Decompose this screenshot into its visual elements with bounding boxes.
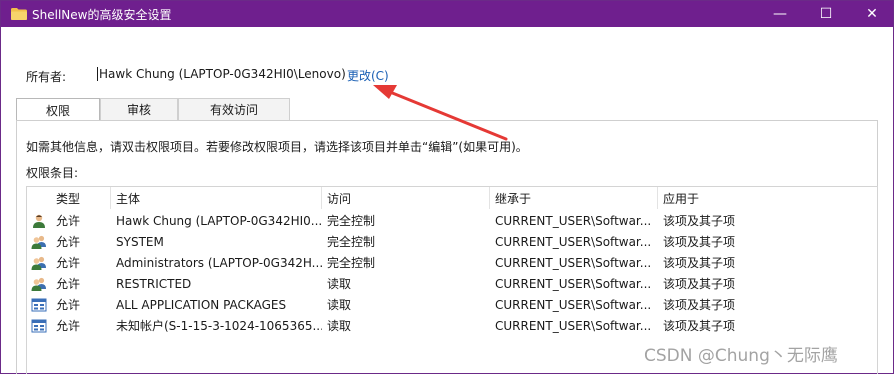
- group-icon: [29, 231, 49, 252]
- owner-value[interactable]: Hawk Chung (LAPTOP-0G342HI0\Lenovo): [97, 67, 346, 81]
- cell-inherited-from: CURRENT_USER\Softwar...: [495, 213, 652, 228]
- change-owner-link[interactable]: 更改(C): [347, 67, 389, 84]
- cell-type: 允许: [56, 235, 81, 249]
- cell-principal: Hawk Chung (LAPTOP-0G342HI0...: [116, 213, 322, 228]
- cell-applies-to: 该项及其子项: [663, 277, 736, 291]
- minimize-icon: —: [773, 6, 787, 22]
- close-button[interactable]: ✕: [849, 1, 894, 27]
- group-icon: [29, 273, 49, 294]
- owner-label: 所有者:: [26, 70, 67, 84]
- cell-type: 允许: [56, 298, 81, 312]
- security-settings-window: ShellNew的高级安全设置 — ☐ ✕ 所有者: Hawk Chung (L…: [0, 0, 894, 374]
- tab-auditing[interactable]: 审核: [100, 98, 178, 120]
- cell-principal: ALL APPLICATION PACKAGES: [116, 297, 287, 312]
- tab-permissions[interactable]: 权限: [16, 98, 100, 121]
- cell-type: 允许: [56, 319, 81, 333]
- window-title: ShellNew的高级安全设置: [32, 8, 172, 22]
- cell-inherited-from: CURRENT_USER\Softwar...: [495, 234, 652, 249]
- cell-inherited-from: CURRENT_USER\Softwar...: [495, 318, 652, 333]
- cell-applies-to: 该项及其子项: [663, 256, 736, 270]
- cell-type: 允许: [56, 214, 81, 228]
- cell-access: 读取: [327, 277, 352, 291]
- cell-principal: 未知帐户(S-1-15-3-1024-1065365...: [116, 319, 322, 333]
- cell-inherited-from: CURRENT_USER\Softwar...: [495, 255, 652, 270]
- column-header-access[interactable]: 访问: [322, 187, 490, 209]
- column-header-icon: [27, 187, 51, 209]
- cell-access: 完全控制: [327, 214, 376, 228]
- info-text: 如需其他信息，请双击权限项目。若要修改权限项目，请选择该项目并单击“编辑”(如果…: [26, 140, 528, 154]
- maximize-icon: ☐: [819, 6, 833, 22]
- table-row[interactable]: 允许 SYSTEM 完全控制 CURRENT_USER\Softwar... 该项及其子…: [27, 231, 877, 252]
- cell-applies-to: 该项及其子项: [663, 235, 736, 249]
- cell-applies-to: 该项及其子项: [663, 214, 736, 228]
- close-icon: ✕: [866, 6, 878, 22]
- cell-access: 读取: [327, 298, 352, 312]
- tab-effective-access[interactable]: 有效访问: [178, 98, 290, 120]
- column-header-applies-to[interactable]: 应用于: [658, 187, 877, 209]
- table-row[interactable]: 允许 未知帐户(S-1-15-3-1024-1065365... 读取 CURRENT…: [27, 315, 877, 336]
- group-icon: [29, 252, 49, 273]
- cell-access: 完全控制: [327, 256, 376, 270]
- package-icon: [29, 315, 49, 336]
- cell-type: 允许: [56, 277, 81, 291]
- table-row[interactable]: 允许 Hawk Chung (LAPTOP-0G342HI0... 完全控制 CURR…: [27, 210, 877, 231]
- cell-principal: RESTRICTED: [116, 276, 192, 291]
- cell-access: 完全控制: [327, 235, 376, 249]
- cell-inherited-from: CURRENT_USER\Softwar...: [495, 276, 652, 291]
- table-row[interactable]: 允许 Administrators (LAPTOP-0G342H... 完全控制 CU…: [27, 252, 877, 273]
- cell-applies-to: 该项及其子项: [663, 298, 736, 312]
- cell-principal: SYSTEM: [116, 234, 164, 249]
- watermark: CSDN @Chung丶无际鹰: [644, 346, 838, 366]
- table-row[interactable]: 允许 RESTRICTED 读取 CURRENT_USER\Softwar... 该项及…: [27, 273, 877, 294]
- column-header-principal[interactable]: 主体: [111, 187, 322, 209]
- maximize-button[interactable]: ☐: [803, 1, 849, 27]
- permission-entries-label: 权限条目:: [26, 166, 79, 180]
- user-icon: [29, 210, 49, 231]
- title-bar[interactable]: ShellNew的高级安全设置 — ☐ ✕: [1, 1, 893, 27]
- package-icon: [29, 294, 49, 315]
- minimize-button[interactable]: —: [757, 1, 803, 27]
- cell-inherited-from: CURRENT_USER\Softwar...: [495, 297, 652, 312]
- column-header-type[interactable]: 类型: [51, 187, 111, 209]
- table-row[interactable]: 允许 ALL APPLICATION PACKAGES 读取 CURRENT_USER…: [27, 294, 877, 315]
- folder-icon: [11, 8, 27, 20]
- cell-applies-to: 该项及其子项: [663, 319, 736, 333]
- cell-principal: Administrators (LAPTOP-0G342H...: [116, 255, 322, 270]
- cell-type: 允许: [56, 256, 81, 270]
- cell-access: 读取: [327, 319, 352, 333]
- column-header-inherited-from[interactable]: 继承于: [490, 187, 658, 209]
